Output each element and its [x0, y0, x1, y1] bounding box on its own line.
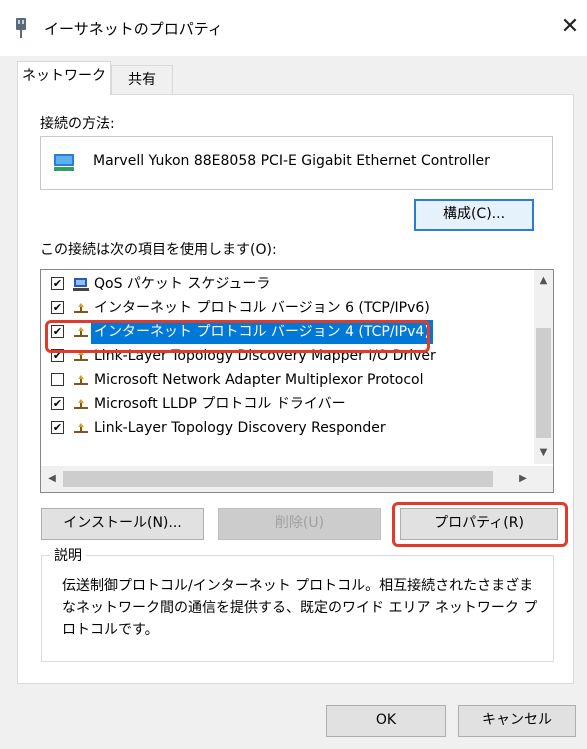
- horizontal-scrollbar[interactable]: ◀ ▶: [41, 466, 534, 492]
- adapter-box: Marvell Yukon 88E8058 PCI-E Gigabit Ethe…: [40, 136, 553, 190]
- scroll-up-arrow-icon[interactable]: ▲: [534, 270, 553, 292]
- scrollbar-corner: [534, 466, 553, 492]
- protocol-icon: [74, 423, 88, 433]
- component-checkbox[interactable]: ✔: [51, 277, 64, 290]
- tab-network[interactable]: ネットワーク: [17, 61, 111, 95]
- install-button[interactable]: インストール(N)...: [41, 508, 204, 540]
- protocol-icon: [74, 303, 88, 313]
- component-checkbox[interactable]: ✔: [51, 421, 64, 434]
- list-item[interactable]: ✔ QoS パケット スケジューラ: [41, 272, 535, 296]
- list-item[interactable]: ✔ Microsoft LLDP プロトコル ドライバー: [41, 392, 535, 416]
- list-item[interactable]: Microsoft Network Adapter Multiplexor Pr…: [41, 368, 535, 392]
- list-item[interactable]: ✔ Link-Layer Topology Discovery Responde…: [41, 416, 535, 440]
- list-item[interactable]: ✔ インターネット プロトコル バージョン 6 (TCP/IPv6): [41, 296, 535, 320]
- component-label: Link-Layer Topology Discovery Responder: [94, 420, 386, 436]
- scroll-left-arrow-icon[interactable]: ◀: [41, 466, 63, 492]
- component-checkbox[interactable]: ✔: [51, 301, 64, 314]
- component-label: Microsoft Network Adapter Multiplexor Pr…: [94, 372, 424, 388]
- component-label: インターネット プロトコル バージョン 6 (TCP/IPv6): [94, 300, 430, 316]
- cancel-button[interactable]: キャンセル: [458, 705, 576, 737]
- configure-button[interactable]: 構成(C)...: [414, 199, 534, 231]
- scroll-down-arrow-icon[interactable]: ▼: [534, 442, 553, 464]
- window-title: イーサネットのプロパティ: [44, 20, 223, 38]
- scroll-right-arrow-icon[interactable]: ▶: [512, 466, 534, 492]
- highlight-ipv4-annotation: [45, 320, 430, 353]
- title-bar: イーサネットのプロパティ ✕: [0, 0, 587, 56]
- tab-sharing[interactable]: 共有: [111, 65, 173, 95]
- close-button[interactable]: ✕: [556, 14, 584, 42]
- protocol-icon: [74, 399, 88, 409]
- component-label: QoS パケット スケジューラ: [94, 276, 271, 292]
- network-adapter-icon: [16, 18, 26, 38]
- uninstall-button: 削除(U): [218, 508, 381, 540]
- protocol-icon: [74, 375, 88, 385]
- component-checkbox[interactable]: [51, 373, 64, 386]
- component-label: Microsoft LLDP プロトコル ドライバー: [94, 396, 346, 412]
- vertical-scroll-thumb[interactable]: [536, 328, 551, 438]
- horizontal-scroll-thumb[interactable]: [63, 471, 493, 487]
- connect-using-label: 接続の方法:: [40, 116, 115, 132]
- description-text: 伝送制御プロトコル/インターネット プロトコル。相互接続されたさまざまなネットワ…: [62, 578, 538, 638]
- highlight-properties-annotation: [392, 502, 568, 547]
- components-label: この接続は次の項目を使用します(O):: [40, 242, 277, 258]
- network-card-icon: [54, 154, 74, 171]
- component-checkbox[interactable]: ✔: [51, 397, 64, 410]
- components-list[interactable]: ✔ QoS パケット スケジューラ ✔ インターネット プロトコル バージョン …: [40, 269, 554, 493]
- vertical-scrollbar[interactable]: ▲ ▼: [534, 270, 553, 464]
- qos-scheduler-icon: [73, 278, 89, 291]
- ok-button[interactable]: OK: [326, 705, 446, 737]
- description-title: 説明: [50, 545, 86, 565]
- adapter-name: Marvell Yukon 88E8058 PCI-E Gigabit Ethe…: [93, 153, 490, 169]
